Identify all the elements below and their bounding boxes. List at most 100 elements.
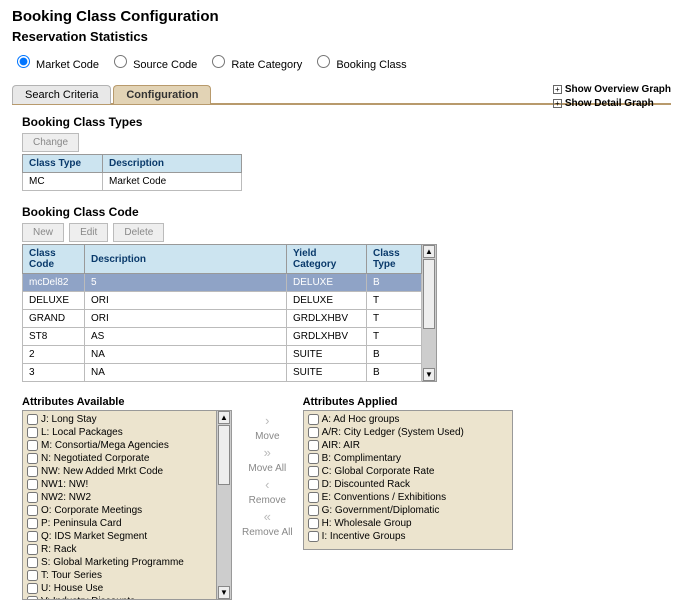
table-row[interactable]: MCMarket Code (23, 173, 242, 191)
checkbox[interactable] (27, 531, 38, 542)
checkbox[interactable] (308, 518, 319, 529)
move-button[interactable]: Move (255, 431, 279, 442)
checkbox[interactable] (27, 414, 38, 425)
chevron-double-right-icon[interactable]: » (264, 446, 271, 459)
list-item[interactable]: O: Corporate Meetings (25, 504, 214, 517)
list-item[interactable]: C: Global Corporate Rate (306, 465, 510, 478)
checkbox[interactable] (27, 544, 38, 555)
table-row[interactable]: mcDel825DELUXEB (23, 274, 422, 292)
list-item[interactable]: I: Incentive Groups (306, 530, 510, 543)
list-item[interactable]: G: Government/Diplomatic (306, 504, 510, 517)
checkbox[interactable] (27, 596, 38, 600)
types-col-class-type[interactable]: Class Type (23, 155, 103, 173)
checkbox[interactable] (308, 479, 319, 490)
codes-col-yield-category[interactable]: Yield Category (287, 245, 367, 274)
filter-radio[interactable]: Source Code (109, 59, 197, 71)
tab-configuration[interactable]: Configuration (113, 85, 211, 104)
checkbox[interactable] (27, 427, 38, 438)
chevron-left-icon[interactable]: ‹ (265, 478, 269, 491)
checkbox[interactable] (27, 583, 38, 594)
table-row[interactable]: GRANDORIGRDLXHBVT (23, 310, 422, 328)
checkbox[interactable] (27, 440, 38, 451)
list-item[interactable]: R: Rack (25, 543, 214, 556)
scroll-thumb[interactable] (423, 259, 435, 329)
list-item[interactable]: A: Ad Hoc groups (306, 413, 510, 426)
checkbox[interactable] (308, 466, 319, 477)
list-item[interactable]: E: Conventions / Exhibitions (306, 491, 510, 504)
table-cell: NA (85, 364, 287, 382)
scroll-down-icon[interactable]: ▼ (423, 368, 435, 381)
attributes-applied-list[interactable]: A: Ad Hoc groupsA/R: City Ledger (System… (303, 410, 513, 550)
edit-button[interactable]: Edit (69, 223, 108, 242)
checkbox[interactable] (308, 453, 319, 464)
checkbox[interactable] (308, 505, 319, 516)
list-item[interactable]: P: Peninsula Card (25, 517, 214, 530)
list-item[interactable]: S: Global Marketing Programme (25, 556, 214, 569)
list-item[interactable]: B: Complimentary (306, 452, 510, 465)
codes-col-class-type[interactable]: Class Type (367, 245, 422, 274)
checkbox[interactable] (308, 427, 319, 438)
checkbox[interactable] (27, 453, 38, 464)
checkbox[interactable] (27, 570, 38, 581)
list-item[interactable]: Q: IDS Market Segment (25, 530, 214, 543)
checkbox[interactable] (27, 466, 38, 477)
checkbox[interactable] (27, 557, 38, 568)
checkbox[interactable] (27, 479, 38, 490)
list-item[interactable]: H: Wholesale Group (306, 517, 510, 530)
checkbox[interactable] (308, 414, 319, 425)
table-row[interactable]: 2NASUITEB (23, 346, 422, 364)
move-all-button[interactable]: Move All (248, 463, 286, 474)
show-overview-graph-link[interactable]: Show Overview Graph (565, 84, 671, 95)
scroll-up-icon[interactable]: ▲ (218, 411, 230, 424)
codes-col-class-code[interactable]: Class Code (23, 245, 85, 274)
table-cell: 2 (23, 346, 85, 364)
checkbox[interactable] (27, 492, 38, 503)
plus-icon[interactable]: + (553, 85, 562, 94)
codes-table: Class Code Description Yield Category Cl… (22, 244, 422, 382)
list-item[interactable]: L: Local Packages (25, 426, 214, 439)
checkbox[interactable] (308, 531, 319, 542)
list-item[interactable]: NW2: NW2 (25, 491, 214, 504)
scroll-thumb[interactable] (218, 425, 230, 485)
checkbox[interactable] (27, 518, 38, 529)
types-col-description[interactable]: Description (103, 155, 242, 173)
checkbox[interactable] (27, 505, 38, 516)
scroll-down-icon[interactable]: ▼ (218, 586, 230, 599)
list-item[interactable]: V: Industry Discounts (25, 595, 214, 600)
table-row[interactable]: 3NASUITEB (23, 364, 422, 382)
remove-all-button[interactable]: Remove All (242, 527, 293, 538)
list-item[interactable]: A/R: City Ledger (System Used) (306, 426, 510, 439)
list-item[interactable]: M: Consortia/Mega Agencies (25, 439, 214, 452)
scroll-up-icon[interactable]: ▲ (423, 245, 435, 258)
checkbox[interactable] (308, 440, 319, 451)
tab-search-criteria[interactable]: Search Criteria (12, 85, 111, 104)
new-button[interactable]: New (22, 223, 64, 242)
codes-col-description[interactable]: Description (85, 245, 287, 274)
list-item[interactable]: NW1: NW! (25, 478, 214, 491)
list-item[interactable]: NW: New Added Mrkt Code (25, 465, 214, 478)
remove-button[interactable]: Remove (249, 495, 286, 506)
table-row[interactable]: ST8ASGRDLXHBVT (23, 328, 422, 346)
filter-radio[interactable]: Booking Class (312, 59, 406, 71)
table-cell: T (367, 292, 422, 310)
filter-radio[interactable]: Rate Category (207, 59, 302, 71)
checkbox[interactable] (308, 492, 319, 503)
list-item-label: S: Global Marketing Programme (41, 557, 184, 568)
codes-scrollbar[interactable]: ▲ ▼ (422, 244, 437, 382)
list-item[interactable]: T: Tour Series (25, 569, 214, 582)
list-item[interactable]: AIR: AIR (306, 439, 510, 452)
list-item[interactable]: N: Negotiated Corporate (25, 452, 214, 465)
plus-icon[interactable]: + (553, 99, 562, 108)
attributes-available-list[interactable]: J: Long StayL: Local PackagesM: Consorti… (22, 410, 217, 600)
filter-radio[interactable]: Market Code (12, 59, 99, 71)
delete-button[interactable]: Delete (113, 223, 164, 242)
table-row[interactable]: DELUXEORIDELUXET (23, 292, 422, 310)
chevron-right-icon[interactable]: › (265, 414, 269, 427)
available-scrollbar[interactable]: ▲ ▼ (217, 410, 232, 600)
list-item[interactable]: U: House Use (25, 582, 214, 595)
list-item[interactable]: D: Discounted Rack (306, 478, 510, 491)
show-detail-graph-link[interactable]: Show Detail Graph (565, 98, 654, 109)
chevron-double-left-icon[interactable]: « (264, 510, 271, 523)
change-button[interactable]: Change (22, 133, 79, 152)
list-item[interactable]: J: Long Stay (25, 413, 214, 426)
